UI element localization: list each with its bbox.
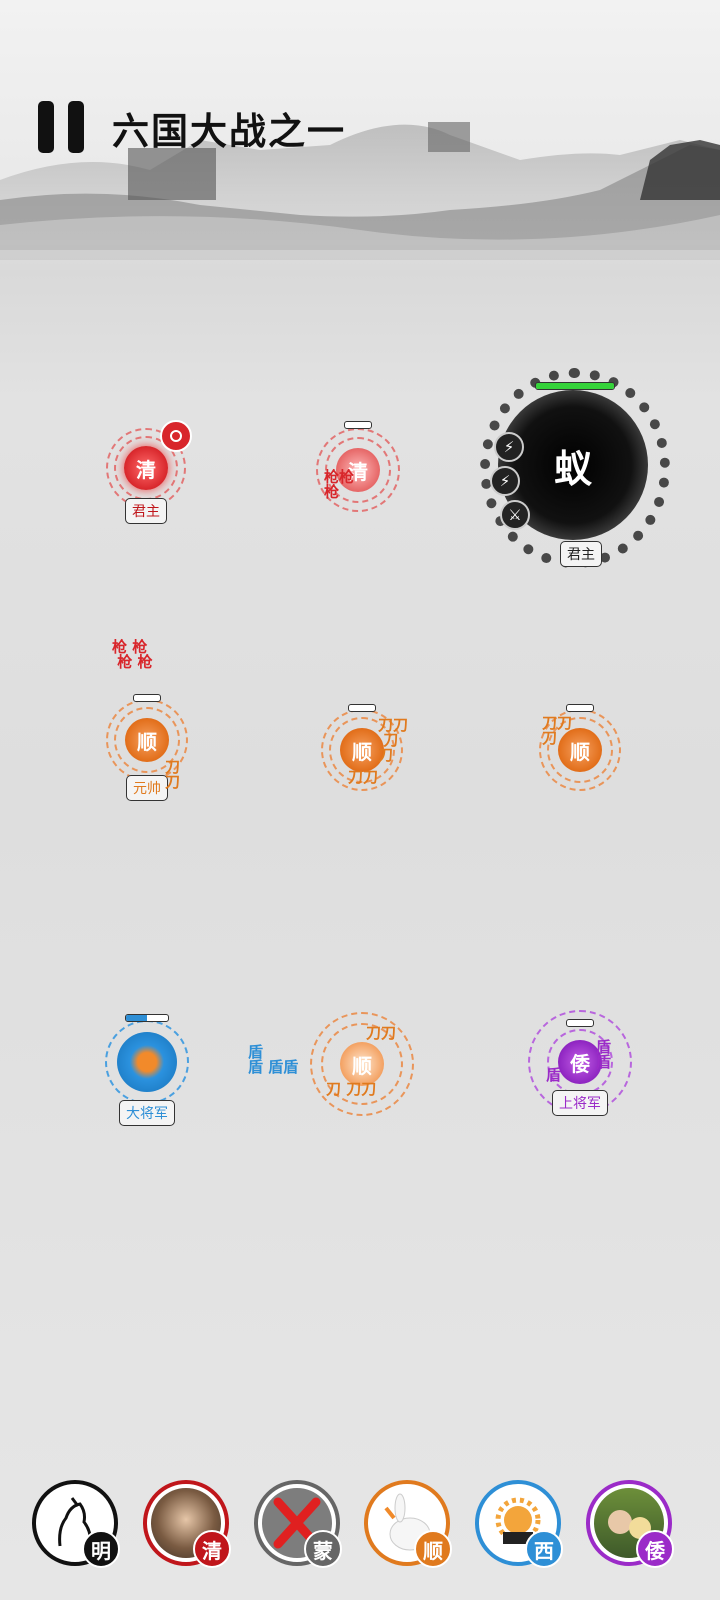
rank-badge: 上将军 xyxy=(552,1090,608,1116)
health-bar xyxy=(566,1019,594,1027)
header: 六国大战之一 xyxy=(0,95,720,165)
soldier-group: 刀刀 刀刀 xyxy=(378,716,409,764)
rank-badge: 大将军 xyxy=(119,1100,175,1126)
faction-tag: 明 xyxy=(82,1530,120,1568)
faction-bar: 明 清 蒙 顺 西 倭 xyxy=(0,1480,720,1580)
soldier-group: 枪 枪 枪 枪 xyxy=(112,638,153,671)
node-xi-general[interactable] xyxy=(102,1014,192,1107)
faction-xi[interactable]: 西 xyxy=(475,1480,563,1568)
blade-icon[interactable]: ⚔ xyxy=(500,500,530,530)
node-core xyxy=(117,1032,177,1092)
health-bar xyxy=(344,421,372,429)
health-bar xyxy=(125,1014,169,1022)
faction-tag: 倭 xyxy=(636,1530,674,1568)
soldier-group: 刀刀 xyxy=(348,768,379,786)
soldier-group: 刀刀刀 xyxy=(542,714,573,747)
faction-tag: 蒙 xyxy=(304,1530,342,1568)
soldier-group: 刀刀 xyxy=(165,758,181,791)
faction-shun[interactable]: 顺 xyxy=(364,1480,452,1568)
soldier-group: 刀刀 xyxy=(366,1024,397,1042)
faction-tag: 清 xyxy=(193,1530,231,1568)
health-bar xyxy=(348,704,376,712)
faction-tag: 顺 xyxy=(414,1530,452,1568)
level-title: 六国大战之一 xyxy=(112,109,346,153)
rank-badge: 元帅 xyxy=(126,775,168,801)
health-bar xyxy=(566,704,594,712)
rank-badge: 君主 xyxy=(125,498,167,524)
faction-wo[interactable]: 倭 xyxy=(586,1480,674,1568)
node-core: 清 xyxy=(124,446,168,490)
soldier-group: 盾 xyxy=(546,1066,562,1084)
faction-meng[interactable]: 蒙 xyxy=(254,1480,342,1568)
soldier-group: 盾盾 xyxy=(596,1038,612,1071)
faction-tag: 西 xyxy=(525,1530,563,1568)
soldier-group: 盾盾 盾盾 xyxy=(248,1043,299,1076)
soldier-group: 刀 刀刀 xyxy=(326,1080,377,1098)
target-icon[interactable] xyxy=(160,420,192,452)
lightning-icon[interactable]: ⚡ xyxy=(494,432,524,462)
faction-ming[interactable]: 明 xyxy=(32,1480,120,1568)
rank-badge: 君主 xyxy=(560,541,602,567)
lightning-icon[interactable]: ⚡ xyxy=(490,466,520,496)
soldier-group: 枪枪枪 xyxy=(324,468,355,501)
faction-qing[interactable]: 清 xyxy=(143,1480,231,1568)
health-bar xyxy=(535,382,615,390)
health-bar xyxy=(133,694,161,702)
node-core: 顺 xyxy=(125,718,169,762)
pause-button[interactable] xyxy=(38,101,86,153)
